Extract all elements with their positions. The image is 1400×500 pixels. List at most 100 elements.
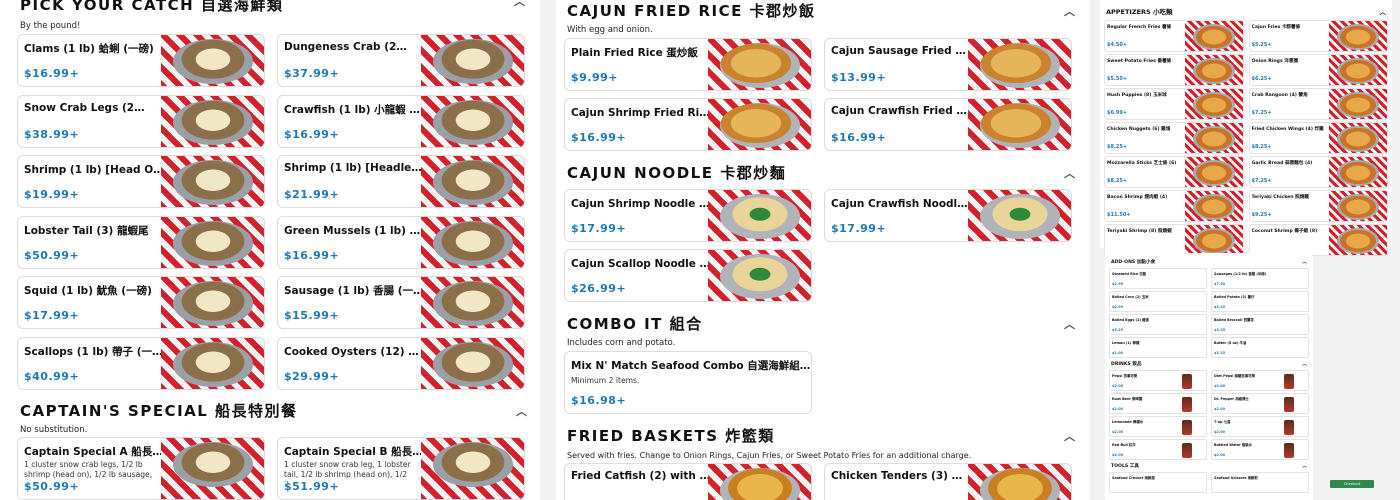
plate-image (433, 220, 513, 266)
item-name: Cajun Shrimp Noodle 卡郡蝦炒麵 (571, 198, 711, 210)
addon-card[interactable]: Steamed Rice 白飯 $2.99 (1109, 268, 1207, 289)
appetizer-card[interactable]: Bacon Shrimp 煙肉蝦 (4) $11.50+ (1104, 190, 1244, 222)
item-name: Shrimp (1 lb) [Head On] 帶… (24, 164, 164, 177)
drink-card[interactable]: Root Beer 樂啤露 $2.00 (1109, 393, 1207, 414)
tool-card[interactable]: Seafood Scissors 海鮮剪 (1211, 472, 1309, 493)
addons-panel: ADD-ONS 加點小食 ︿ Steamed Rice 白飯 $2.99 Sausag… (1105, 253, 1313, 500)
menu-item-card[interactable]: Cajun Crawfish Fried Rice… $16.99+ (824, 98, 1072, 151)
menu-item-card[interactable]: Squid (1 lb) 魷魚 (一磅) $17.99+ (17, 276, 265, 330)
section-header-pick-your-catch[interactable]: PICK YOUR CATCH 自選海鮮類 ︿ (0, 0, 540, 14)
appetizer-card[interactable]: Cajun Fries 卡郡薯條 $5.25+ (1248, 20, 1388, 52)
menu-item-card[interactable]: Cajun Scallop Noodle 卡郡帶… $26.99+ (564, 249, 812, 302)
chevron-up-icon[interactable]: ︿ (1380, 6, 1387, 16)
item-name: Crab Rangoon (4) 蟹角 (1251, 93, 1308, 98)
item-name: Captain Special B 船長餐B (284, 446, 424, 458)
appetizer-card[interactable]: Fried Chicken Wings (4) 炸雞翼 $8.25+ (1248, 122, 1388, 154)
addon-card[interactable]: Boiled Potato (2) 薯仔 $3.25 (1211, 291, 1309, 312)
drink-card[interactable]: Red Bull 紅牛 $4.00 (1109, 439, 1207, 460)
addon-card[interactable]: Sausages (1/2 lb) 香腸 (半磅) $7.50 (1211, 268, 1309, 289)
addon-card[interactable]: Boiled Eggs (2) 雞蛋 $3.25 (1109, 314, 1207, 335)
menu-item-card[interactable]: Cajun Shrimp Fried Rice 卡… $16.99+ (564, 98, 812, 151)
appetizer-card[interactable]: Chicken Nuggets (6) 雞塊 $8.25+ (1104, 122, 1244, 154)
item-photo (1184, 89, 1243, 119)
menu-item-card[interactable]: Chicken Tenders (3) with… (824, 463, 1072, 500)
menu-item-card[interactable]: Fried Catfish (2) with Frie… (564, 463, 812, 500)
drink-card[interactable]: Lemonade 檸檬水 $2.00 (1109, 416, 1207, 437)
appetizer-card[interactable]: Teriyaki Chicken 照燒雞 $9.25+ (1248, 190, 1388, 222)
appetizer-card[interactable]: Garlic Bread 蒜蓉麵包 (4) $7.25+ (1248, 156, 1388, 188)
drinks-header[interactable]: DRINKS 飲品 ︿ (1109, 358, 1309, 370)
drink-card[interactable]: Dr. Pepper 胡椒博士 $2.00 (1211, 393, 1309, 414)
appetizer-card[interactable]: Coconut Shrimp 椰子蝦 (8) (1248, 224, 1388, 256)
checkout-button[interactable]: Checkout (1330, 480, 1374, 488)
menu-item-card[interactable]: Cooked Oysters (12) 熟生蠔一打 $29.99+ (277, 337, 525, 390)
item-price: $16.99+ (284, 127, 340, 141)
section-header-cajun-fried-rice[interactable]: CAJUN FRIED RICE 卡郡炒飯 ︿ (556, 0, 1090, 20)
menu-item-card[interactable]: Scallops (1 lb) 帶子 (一磅) $40.99+ (17, 337, 265, 390)
section-header-fried-baskets[interactable]: FRIED BASKETS 炸籃類 ︿ (556, 425, 1090, 445)
menu-item-card[interactable]: Captain Special B 船長餐B 1 cluster snow cra… (277, 437, 525, 500)
item-name: Mozzarella Sticks 芝士條 (6) (1107, 161, 1177, 166)
menu-item-card[interactable]: Cajun Shrimp Noodle 卡郡蝦炒麵 $17.99+ (564, 189, 812, 242)
addon-card[interactable]: Boiled Corn (2) 玉米 $2.99 (1109, 291, 1207, 312)
menu-item-card[interactable]: Mix N' Match Seafood Combo 自選海鮮組合套餐 Minim… (564, 351, 812, 414)
section-header-cajun-noodle[interactable]: CAJUN NOODLE 卡郡炒麵 ︿ (556, 162, 1090, 182)
addons-header[interactable]: ADD-ONS 加點小食 ︿ (1109, 256, 1309, 268)
drink-card[interactable]: Bottled Water 瓶裝水 $2.00 (1211, 439, 1309, 460)
item-price: $21.99+ (284, 188, 340, 202)
chevron-up-icon[interactable]: ︿ (516, 403, 527, 418)
menu-item-card[interactable]: Captain Special A 船長餐A 1 cluster snow cra… (17, 437, 265, 500)
tools-header[interactable]: TOOLS 工具 ︿ (1109, 460, 1309, 472)
chevron-up-icon[interactable]: ︿ (1064, 428, 1075, 443)
item-photo (421, 95, 524, 147)
menu-item-card[interactable]: Clams (1 lb) 蛤蜊 (一磅) $16.99+ (17, 34, 265, 87)
appetizer-card[interactable]: Hush Puppies (8) 玉米球 $6.99+ (1104, 88, 1244, 120)
chevron-up-icon[interactable]: ︿ (1064, 316, 1075, 331)
chevron-up-icon[interactable]: ︿ (1064, 3, 1075, 18)
addon-card[interactable]: Boiled Broccoli 西蘭花 $3.25 (1211, 314, 1309, 335)
menu-item-card[interactable]: Snow Crab Legs (2… $38.99+ (17, 94, 265, 148)
section-header-combo[interactable]: COMBO IT 組合 ︿ (556, 313, 1090, 333)
menu-item-card[interactable]: Plain Fried Rice 蛋炒飯 $9.99+ (564, 38, 812, 91)
section-header-captains-special[interactable]: CAPTAIN'S SPECIAL 船長特別餐 ︿ (0, 400, 540, 420)
item-price: $2.00 (1112, 407, 1124, 411)
menu-item-card[interactable]: Shrimp (1 lb) [Head On] 帶… $19.99+ (17, 155, 265, 209)
item-price: $2.99 (1112, 282, 1124, 286)
drink-card[interactable]: Pepsi 百事可樂 $2.00 (1109, 370, 1207, 391)
item-name: Root Beer 樂啤露 (1112, 397, 1143, 401)
menu-item-card[interactable]: Crawfish (1 lb) 小龍蝦 (一磅) $16.99+ (277, 94, 525, 148)
addon-card[interactable]: Lemon (1) 檸檬 $1.00 (1109, 337, 1207, 358)
appetizer-card[interactable]: Onion Rings 洋蔥圈 $6.25+ (1248, 54, 1388, 86)
item-name: Seafood Cracker 海鮮鉗 (1112, 476, 1155, 480)
menu-item-card[interactable]: Dungeness Crab (2… $37.99+ (277, 34, 525, 87)
appetizer-card[interactable]: Crab Rangoon (4) 蟹角 $7.25+ (1248, 88, 1388, 120)
chevron-up-icon[interactable]: ︿ (1302, 361, 1307, 367)
item-photo (161, 438, 264, 499)
drink-card[interactable]: 7-up 七喜 $2.00 (1211, 416, 1309, 437)
appetizer-card[interactable]: Sweet Potato Fries 番薯條 $5.50+ (1104, 54, 1244, 86)
menu-item-card[interactable]: Cajun Crawfish Noodle 卡… $17.99+ (824, 189, 1072, 242)
item-name: Bottled Water 瓶裝水 (1214, 443, 1253, 447)
appetizer-card[interactable]: Teriyaki Shrimp (8) 照燒蝦 (1104, 224, 1244, 256)
addon-card[interactable]: Butter (8 oz) 牛油 $3.25 (1211, 337, 1309, 358)
tool-card[interactable]: Seafood Cracker 海鮮鉗 (1109, 472, 1207, 493)
plate-image (980, 468, 1060, 500)
menu-item-card[interactable]: Cajun Sausage Fried Rice… $13.99+ (824, 38, 1072, 91)
drink-can-icon (1284, 397, 1294, 412)
chevron-up-icon[interactable]: ︿ (1064, 165, 1075, 180)
menu-item-card[interactable]: Green Mussels (1 lb) 青口 (… $16.99+ (277, 215, 525, 269)
appetizer-card[interactable]: Regular French Fries 薯條 $4.50+ (1104, 20, 1244, 52)
plate-image (433, 442, 513, 487)
appetizer-card[interactable]: Mozzarella Sticks 芝士條 (6) $8.25+ (1104, 156, 1244, 188)
menu-item-card[interactable]: Shrimp (1 lb) [Headless] … $21.99+ (277, 155, 525, 209)
item-name: Pepsi 百事可樂 (1112, 374, 1138, 378)
menu-item-card[interactable]: Lobster Tail (3) 龍蝦尾 $50.99+ (17, 215, 265, 269)
menu-item-card[interactable]: Sausage (1 lb) 香腸 (一磅) $15.99+ (277, 276, 525, 330)
appetizers-header[interactable]: APPETIZERS 小吃類 ︿ (1104, 2, 1388, 20)
chevron-up-icon[interactable]: ︿ (1302, 463, 1307, 469)
drink-card[interactable]: Diet Pepsi 無糖百事可樂 $2.00 (1211, 370, 1309, 391)
chevron-up-icon[interactable]: ︿ (1302, 259, 1307, 265)
item-name: Boiled Corn (2) 玉米 (1112, 295, 1149, 299)
chevron-up-icon[interactable]: ︿ (514, 0, 525, 8)
item-name: Boiled Potato (2) 薯仔 (1214, 295, 1255, 299)
